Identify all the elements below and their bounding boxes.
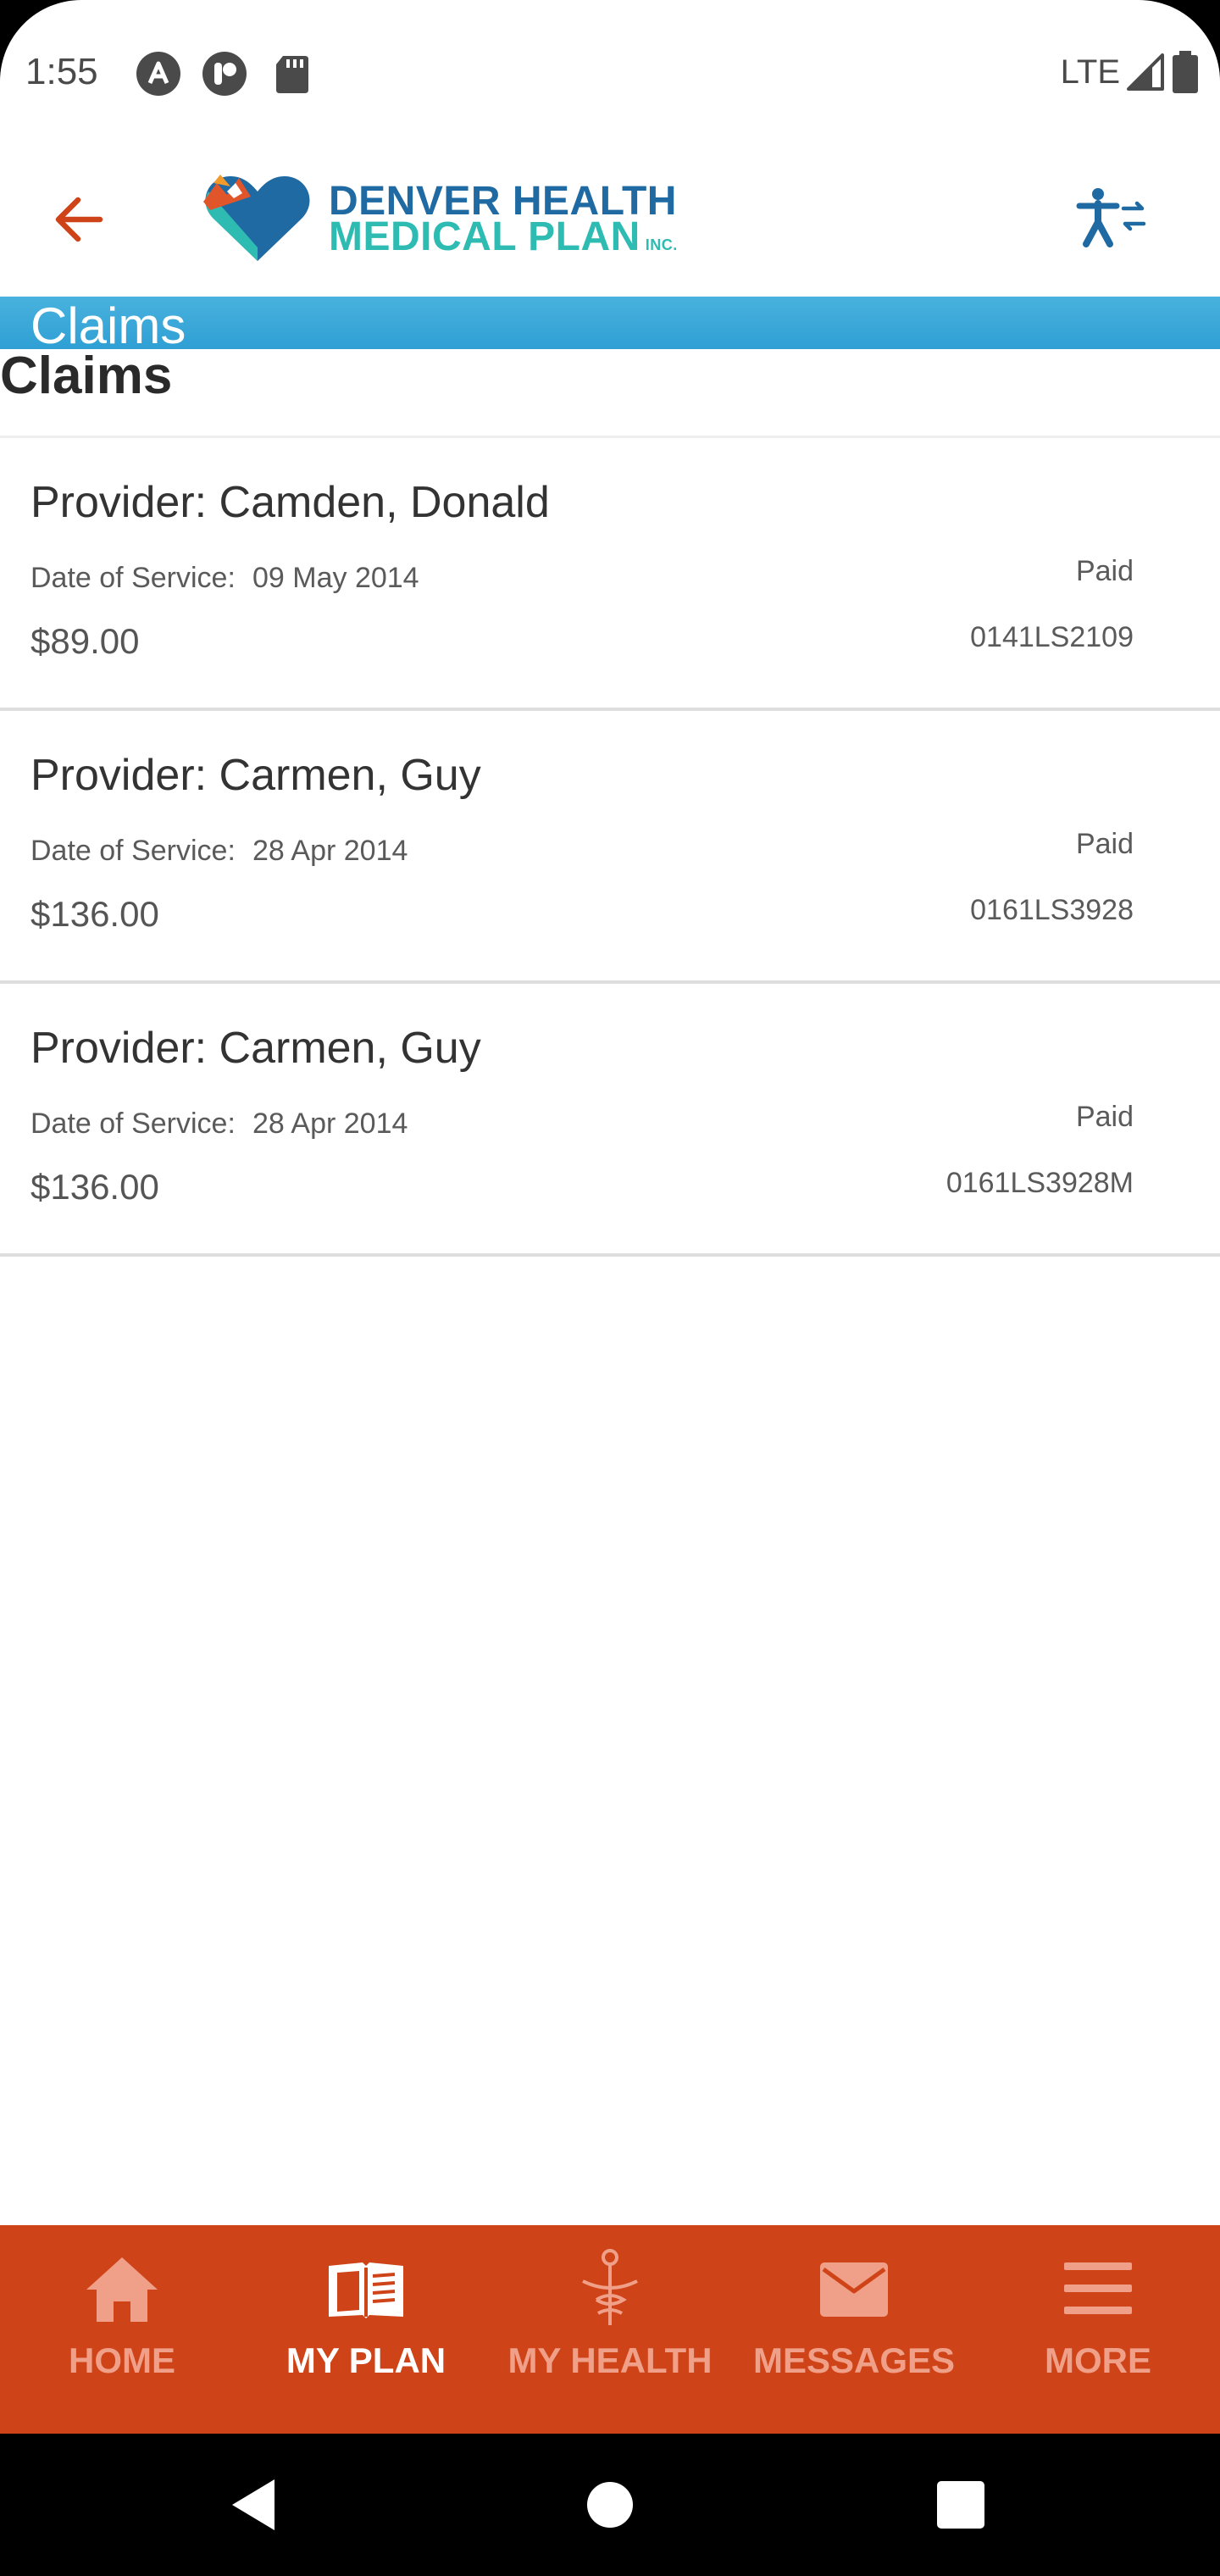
banner-title: Claims	[30, 297, 186, 350]
status-right-group: LTE	[1061, 51, 1200, 93]
claim-amount: $136.00	[30, 894, 159, 934]
book-icon	[329, 2262, 403, 2318]
claim-date: 28 Apr 2014	[252, 835, 408, 867]
bottom-nav: HOME MY PLAN MY HEALTH MESSAGES MORE	[0, 2225, 1220, 2434]
claim-card[interactable]: Provider: Carmen, Guy Date of Service: 2…	[0, 711, 1220, 984]
logo-suffix: INC.	[645, 236, 678, 253]
nav-more[interactable]: MORE	[976, 2225, 1220, 2434]
sd-card-icon	[276, 56, 308, 93]
claim-status: Paid	[1075, 828, 1134, 860]
status-bar: 1:55 LTE	[0, 0, 1220, 110]
menu-icon	[1064, 2262, 1132, 2314]
denver-health-logo: DENVER HEALTH MEDICAL PLAN INC.	[202, 171, 693, 264]
app-header: DENVER HEALTH MEDICAL PLAN INC.	[0, 110, 1220, 297]
caduceus-icon	[582, 2249, 638, 2325]
tasks-notification-icon	[202, 52, 247, 96]
network-label: LTE	[1060, 53, 1120, 91]
nav-my-health-label: MY HEALTH	[507, 2340, 713, 2380]
status-time: 1:55	[25, 51, 98, 92]
app-notification-icon	[136, 52, 180, 96]
heart-logo-icon	[203, 175, 310, 261]
system-home-icon[interactable]	[576, 2471, 644, 2539]
back-button[interactable]	[41, 181, 117, 258]
system-recents-icon[interactable]	[927, 2471, 995, 2539]
nav-my-plan[interactable]: MY PLAN	[244, 2225, 488, 2434]
claims-list: Provider: Camden, Donald Date of Service…	[0, 438, 1220, 1257]
claim-date: 28 Apr 2014	[252, 1108, 408, 1140]
system-back-icon[interactable]	[220, 2471, 288, 2539]
home-icon	[86, 2257, 158, 2322]
claim-number: 0141LS2109	[970, 621, 1134, 653]
page-title: Claims	[0, 347, 173, 405]
claim-provider: Provider: Carmen, Guy	[30, 1024, 481, 1073]
logo-text-line2-main: MEDICAL PLAN	[329, 214, 640, 259]
logo-text-line2: MEDICAL PLAN INC.	[329, 214, 678, 260]
envelope-icon	[820, 2262, 888, 2317]
claim-provider: Provider: Carmen, Guy	[30, 751, 481, 800]
claim-date-label: Date of Service:	[30, 1108, 236, 1140]
system-nav-bar	[0, 2434, 1220, 2576]
claim-amount: $136.00	[30, 1167, 159, 1207]
claim-number: 0161LS3928M	[946, 1167, 1134, 1199]
claim-date-label: Date of Service:	[30, 835, 236, 867]
battery-icon	[1173, 51, 1198, 93]
app-screen: 1:55 LTE DENVER HEALTH MEDICAL PLAN INC.…	[0, 0, 1220, 2434]
claim-number: 0161LS3928	[970, 894, 1134, 926]
claim-status: Paid	[1075, 555, 1134, 587]
nav-my-plan-label: MY PLAN	[286, 2340, 446, 2380]
claim-card[interactable]: Provider: Carmen, Guy Date of Service: 2…	[0, 984, 1220, 1257]
arrow-left-icon	[55, 197, 103, 242]
nav-my-health[interactable]: MY HEALTH	[488, 2225, 732, 2434]
nav-messages[interactable]: MESSAGES	[732, 2225, 976, 2434]
nav-home[interactable]: HOME	[0, 2225, 244, 2434]
nav-messages-label: MESSAGES	[752, 2340, 956, 2380]
claim-provider: Provider: Camden, Donald	[30, 478, 550, 527]
claim-amount: $89.00	[30, 621, 140, 661]
accessibility-button[interactable]	[1074, 185, 1151, 253]
title-banner: Claims	[0, 297, 1220, 349]
claim-date-label: Date of Service:	[30, 562, 236, 594]
signal-icon	[1127, 53, 1164, 91]
accessibility-icon	[1076, 188, 1146, 247]
claim-date: 09 May 2014	[252, 562, 419, 594]
nav-home-label: HOME	[69, 2340, 175, 2380]
claim-status: Paid	[1075, 1101, 1134, 1133]
claim-card[interactable]: Provider: Camden, Donald Date of Service…	[0, 438, 1220, 711]
nav-more-label: MORE	[1045, 2340, 1151, 2380]
